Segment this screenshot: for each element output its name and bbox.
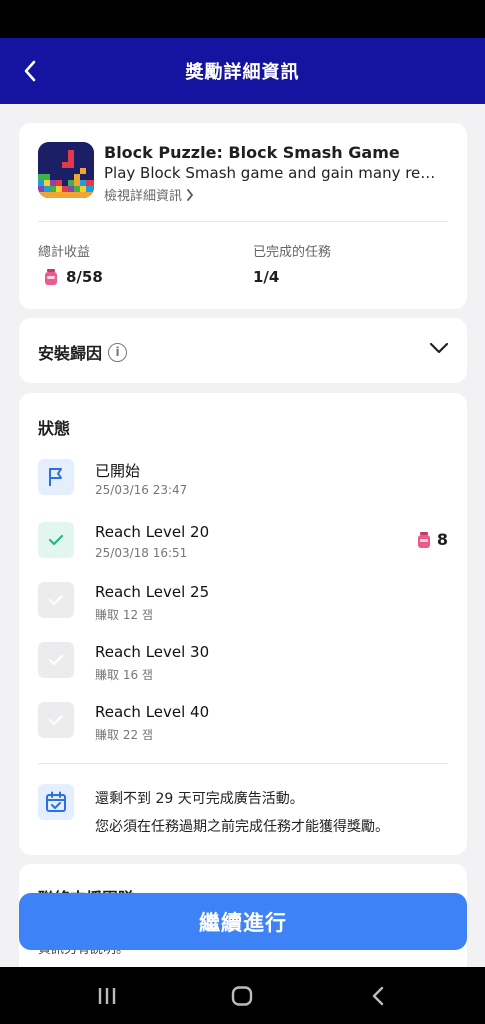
- status-bar: [0, 0, 485, 38]
- check-icon: [48, 534, 64, 546]
- attribution-title: 安裝歸因: [38, 344, 103, 363]
- calendar-check-icon: [38, 784, 74, 820]
- check-icon: [48, 654, 64, 666]
- task-reward-text: 賺取 12 잼: [95, 608, 153, 622]
- info-icon[interactable]: i: [108, 342, 128, 362]
- status-card: 狀態 已開始 25/03/16 23:47 Reach Level 20 25/…: [19, 393, 467, 855]
- check-icon: [48, 594, 64, 606]
- app-icon: [38, 142, 94, 198]
- earnings-label: 總計收益: [38, 245, 91, 260]
- system-back-button[interactable]: [364, 983, 392, 1009]
- task-date: 25/03/18 16:51: [95, 546, 188, 560]
- task-date: 25/03/16 23:47: [95, 483, 188, 497]
- tasks-value: 1/4: [253, 268, 280, 286]
- continue-button[interactable]: 繼續進行: [19, 893, 467, 950]
- task-name: Reach Level 30: [95, 643, 210, 661]
- jam-jar-icon: [45, 269, 57, 285]
- task-reward-text: 賺取 16 잼: [95, 668, 153, 682]
- task-reward: 8: [417, 530, 448, 549]
- flag-icon: [49, 468, 62, 486]
- check-icon: [48, 714, 64, 726]
- task-pending-box: [38, 582, 74, 618]
- app-name: Block Puzzle: Block Smash Game: [104, 143, 400, 162]
- divider: [38, 221, 448, 222]
- attribution-card[interactable]: 安裝歸因 i: [19, 318, 467, 383]
- task-reward-text: 賺取 22 잼: [95, 728, 153, 742]
- recent-apps-button[interactable]: [93, 983, 121, 1009]
- recent-apps-icon: [98, 988, 116, 1004]
- deadline-notice-detail: 您必須在任務過期之前完成任務才能獲得獎勵。: [95, 819, 389, 835]
- tasks-label: 已完成的任務: [253, 245, 332, 260]
- task-item-level-25: Reach Level 25 賺取 12 잼: [38, 582, 448, 626]
- task-started-box: [38, 459, 74, 495]
- task-reward-value: 8: [436, 530, 448, 549]
- task-pending-box: [38, 702, 74, 738]
- earnings-value-text: 8/58: [66, 268, 103, 286]
- attribution-header: 安裝歸因 i: [38, 340, 128, 364]
- system-nav-bar: [0, 967, 485, 1024]
- task-item-level-40: Reach Level 40 賺取 22 잼: [38, 702, 448, 746]
- view-details-link[interactable]: 檢視詳細資訊: [104, 185, 194, 204]
- home-button[interactable]: [228, 983, 256, 1009]
- status-title: 狀態: [38, 419, 71, 438]
- divider: [38, 763, 448, 764]
- task-name: Reach Level 40: [95, 703, 210, 721]
- back-arrow-icon: [372, 986, 384, 1006]
- jam-jar-icon: [417, 531, 430, 548]
- scroll-content[interactable]: Block Puzzle: Block Smash Game Play Bloc…: [0, 104, 485, 967]
- task-item-level-20: Reach Level 20 25/03/18 16:51 8: [38, 522, 448, 566]
- chevron-right-icon: [187, 188, 194, 201]
- task-name: Reach Level 25: [95, 583, 210, 601]
- app-description: Play Block Smash game and gain many rewa…: [104, 164, 444, 182]
- task-done-box: [38, 522, 74, 558]
- task-item-level-30: Reach Level 30 賺取 16 잼: [38, 642, 448, 686]
- earnings-value: 8/58: [44, 268, 103, 286]
- app-bar: 獎勵詳細資訊: [0, 38, 485, 104]
- view-details-label: 檢視詳細資訊: [104, 189, 183, 204]
- chevron-down-icon[interactable]: [429, 342, 449, 354]
- page-title: 獎勵詳細資訊: [185, 62, 300, 83]
- home-icon: [231, 986, 253, 1006]
- app-info-card: Block Puzzle: Block Smash Game Play Bloc…: [19, 123, 467, 309]
- task-name: 已開始: [95, 462, 141, 480]
- task-item-started: 已開始 25/03/16 23:47: [38, 459, 448, 503]
- task-name: Reach Level 20: [95, 523, 210, 541]
- deadline-notice: 還剩不到 29 天可完成廣告活動。: [95, 791, 304, 807]
- task-pending-box: [38, 642, 74, 678]
